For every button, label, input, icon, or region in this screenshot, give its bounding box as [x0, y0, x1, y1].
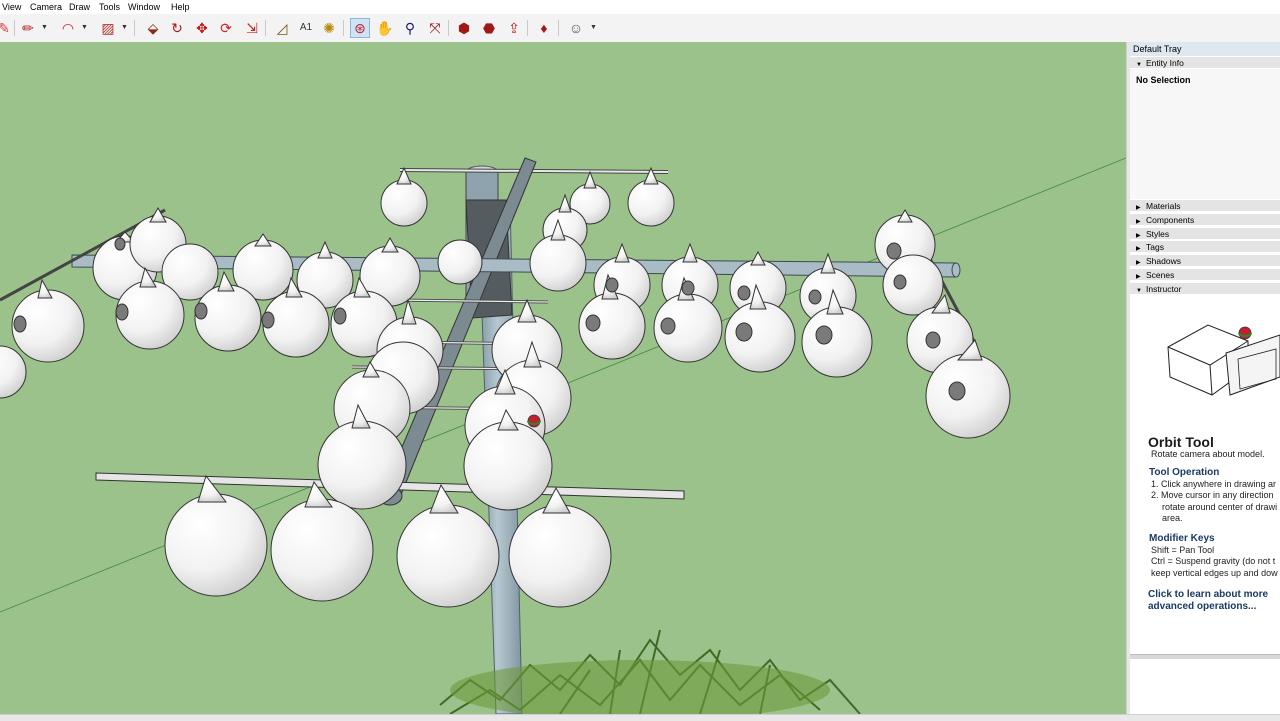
menu-camera[interactable]: Camera: [30, 0, 62, 14]
toolbar-separator: [14, 20, 15, 36]
selection-status: No Selection: [1136, 75, 1191, 85]
paint-bucket-icon[interactable]: ▨: [98, 18, 118, 38]
operation-step-1: 1. Click anywhere in drawing ar: [1151, 479, 1277, 489]
panel-entity-info[interactable]: ▼ Entity Info: [1130, 56, 1280, 68]
panel-label: Components: [1146, 215, 1195, 225]
panel-label: Styles: [1146, 229, 1170, 239]
default-tray: Default Tray ▼ Entity Info No Selection ▶…: [1130, 42, 1280, 714]
toolbar-separator: [448, 20, 449, 36]
learn-more-link[interactable]: Click to learn about more: [1148, 589, 1268, 600]
model-viewport[interactable]: [0, 42, 1126, 714]
menu-window[interactable]: Window: [128, 0, 160, 14]
extension-icon[interactable]: ⬣: [479, 18, 499, 38]
panel-components[interactable]: ▶ Components: [1130, 213, 1280, 225]
pencil-icon[interactable]: ✏: [18, 18, 38, 38]
chevron-down-icon: ▼: [1136, 288, 1142, 294]
orbit-icon[interactable]: ⊛: [350, 18, 370, 38]
toolbar-separator: [527, 20, 528, 36]
scale-icon[interactable]: ⇲: [242, 18, 262, 38]
pan-icon[interactable]: ✋: [375, 18, 395, 38]
user-icon[interactable]: ☺: [566, 18, 586, 38]
toolbar-separator: [558, 20, 559, 36]
entity-info-body: No Selection: [1130, 69, 1280, 202]
orbit-illustration: [1167, 324, 1280, 396]
panel-label: Entity Info: [1146, 58, 1184, 68]
menu-help[interactable]: Help: [171, 0, 190, 14]
panel-tags[interactable]: ▶ Tags: [1130, 240, 1280, 252]
warehouse-icon[interactable]: ⬢: [454, 18, 474, 38]
menu-bar: View Camera Draw Tools Window Help: [0, 0, 1280, 14]
instructor-title: Orbit Tool: [1148, 434, 1214, 450]
learn-more-link-cont[interactable]: advanced operations...: [1148, 601, 1256, 612]
chevron-down-icon[interactable]: ▼: [80, 18, 89, 38]
tray-resize-handle[interactable]: [1130, 654, 1280, 659]
push-pull-icon[interactable]: ⬙: [143, 18, 163, 38]
arc-icon[interactable]: ◠: [58, 18, 78, 38]
panel-scenes[interactable]: ▶ Scenes: [1130, 268, 1280, 280]
ruby-icon[interactable]: ♦: [534, 18, 554, 38]
operation-step-2: 2. Move cursor in any direction: [1151, 490, 1274, 500]
toolbar-separator: [265, 20, 266, 36]
modifier-keys-heading: Modifier Keys: [1149, 533, 1215, 544]
chevron-down-icon[interactable]: ▼: [120, 18, 129, 38]
panel-instructor[interactable]: ▼ Instructor: [1130, 282, 1280, 294]
operation-step-2-cont: rotate around center of drawi: [1162, 502, 1278, 512]
tray-title: Default Tray: [1130, 42, 1280, 56]
zoom-icon[interactable]: ⚲: [400, 18, 420, 38]
panel-label: Scenes: [1146, 270, 1175, 280]
toolbar-separator: [343, 20, 344, 36]
menu-draw[interactable]: Draw: [69, 0, 90, 14]
tool-operation-heading: Tool Operation: [1149, 467, 1220, 478]
panel-label: Tags: [1146, 242, 1164, 252]
zoom-extents-icon[interactable]: ⤧: [425, 18, 445, 38]
rotate-icon[interactable]: ⟳: [216, 18, 236, 38]
instructor-body: Orbit Tool Rotate camera about model. To…: [1130, 297, 1280, 657]
panel-label: Shadows: [1146, 256, 1181, 266]
panel-label: Materials: [1146, 201, 1181, 211]
eraser-icon[interactable]: ✎: [0, 18, 14, 38]
panel-styles[interactable]: ▶ Styles: [1130, 227, 1280, 239]
instructor-subtitle: Rotate camera about model.: [1151, 449, 1265, 459]
paint-icon[interactable]: ✺: [319, 18, 339, 38]
toolbar-separator: [134, 20, 135, 36]
gourd-birdhouse-model: [0, 157, 1126, 714]
text-icon[interactable]: A1: [296, 18, 316, 38]
panel-shadows[interactable]: ▶ Shadows: [1130, 254, 1280, 266]
follow-me-icon[interactable]: ↻: [167, 18, 187, 38]
main-toolbar: ✎ ✏ ▼ ◠ ▼ ▨ ▼ ⬙ ↻ ✥ ⟳ ⇲ ◿ A1 ✺ ⊛ ✋ ⚲ ⤧ ⬢…: [0, 14, 1280, 43]
tape-measure-icon[interactable]: ◿: [272, 18, 292, 38]
modifier-shift: Shift = Pan Tool: [1151, 545, 1215, 555]
menu-tools[interactable]: Tools: [99, 0, 120, 14]
menu-view[interactable]: View: [2, 0, 21, 14]
modifier-ctrl: Ctrl = Suspend gravity (do not t: [1151, 556, 1276, 566]
operation-step-2-end: area.: [1162, 513, 1183, 523]
panel-label: Instructor: [1146, 284, 1182, 294]
panel-materials[interactable]: ▶ Materials: [1130, 199, 1280, 211]
orbit-cursor: [527, 414, 541, 428]
share-icon[interactable]: ⇪: [504, 18, 524, 38]
chevron-down-icon[interactable]: ▼: [589, 18, 598, 38]
chevron-down-icon[interactable]: ▼: [40, 18, 49, 38]
modifier-ctrl-cont: keep vertical edges up and dow: [1151, 568, 1278, 578]
move-icon[interactable]: ✥: [192, 18, 212, 38]
